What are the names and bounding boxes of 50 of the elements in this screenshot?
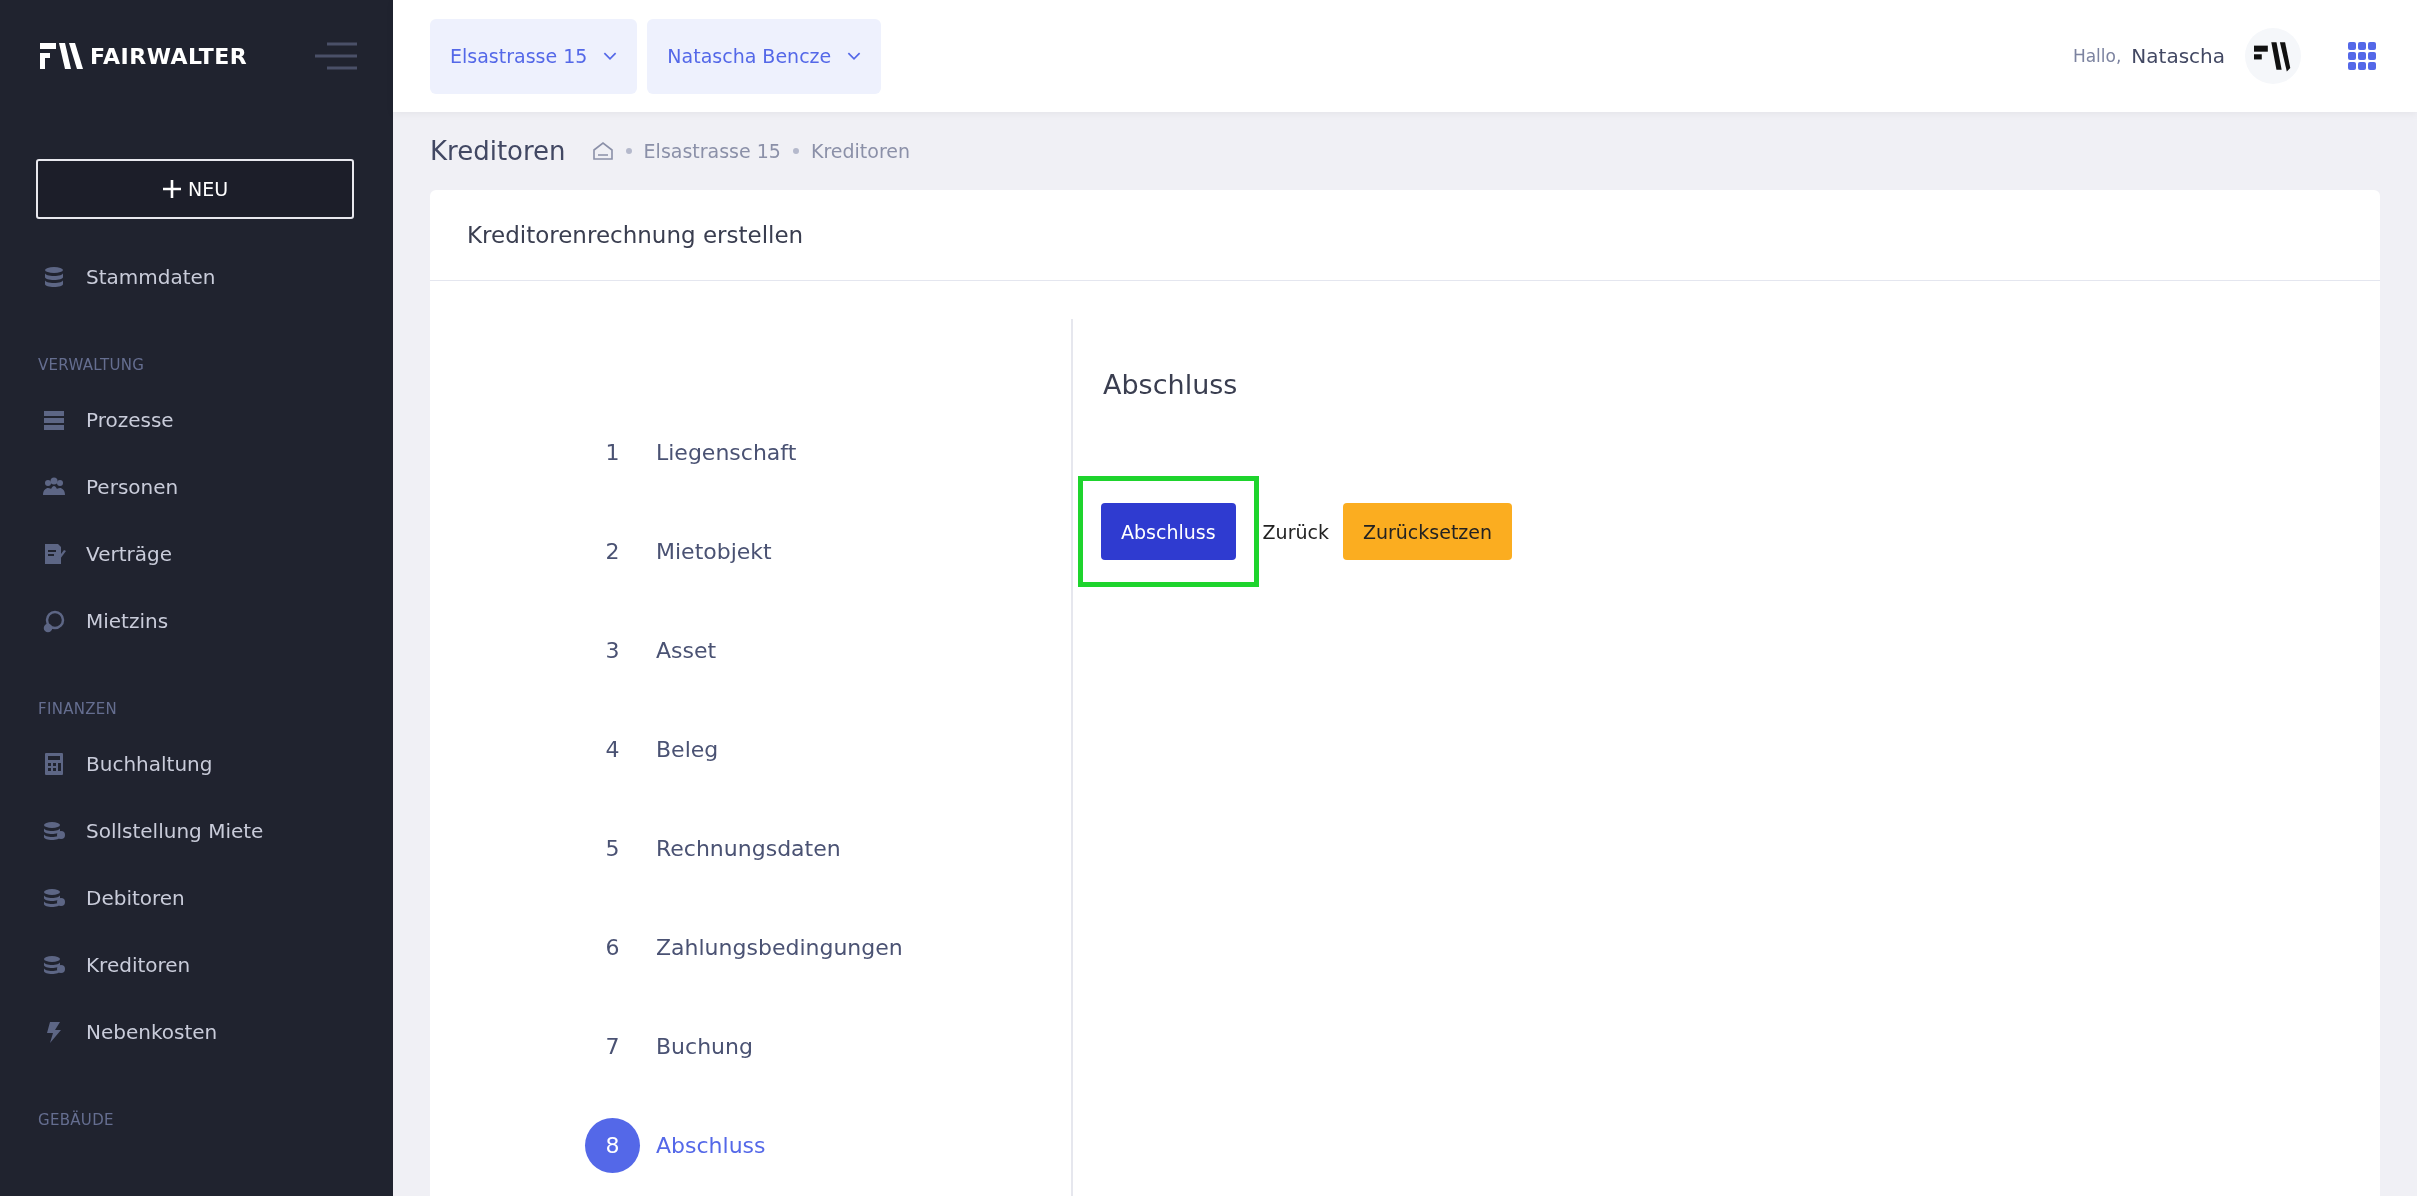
- context-dropdown[interactable]: Natascha Bencze: [647, 18, 882, 94]
- apps-grid-icon[interactable]: [2347, 41, 2377, 71]
- nav-item[interactable]: Mietzins: [36, 587, 357, 654]
- section-heading: GEBÄUDE: [38, 1111, 115, 1129]
- wizard-step[interactable]: 3 Asset: [585, 601, 1071, 700]
- action-button[interactable]: Zurück: [1246, 503, 1345, 560]
- context-dropdown[interactable]: Elsastrasse 15: [430, 18, 638, 94]
- user-name: Natascha: [2131, 44, 2225, 68]
- nav-item[interactable]: Nebenkosten: [36, 998, 357, 1065]
- step-number: 8: [585, 1118, 640, 1173]
- wizard-step[interactable]: 5 Rechnungsdaten: [585, 799, 1071, 898]
- home-icon[interactable]: [591, 141, 614, 161]
- document-icon: [42, 541, 66, 566]
- calculator-icon: [42, 751, 66, 776]
- step-number: 5: [604, 835, 621, 863]
- wizard-step[interactable]: 1 Liegenschaft: [585, 403, 1071, 502]
- step-number: 2: [604, 538, 621, 566]
- step-number: 6: [604, 934, 621, 962]
- brand-name: FAIRWALTER: [90, 43, 248, 69]
- database-icon: [42, 264, 66, 289]
- wizard-step[interactable]: 6 Zahlungsbedingungen: [585, 898, 1071, 997]
- wizard-step[interactable]: 4 Beleg: [585, 700, 1071, 799]
- nav-item[interactable]: Personen: [36, 453, 357, 520]
- section-heading: VERWALTUNG: [38, 356, 146, 374]
- nav-item[interactable]: Buchhaltung: [36, 730, 357, 797]
- step-number: 4: [604, 736, 621, 764]
- nav-item[interactable]: Verträge: [36, 520, 357, 587]
- new-button[interactable]: NEU: [36, 159, 354, 219]
- nav-item[interactable]: Debitoren: [36, 864, 357, 931]
- step-number: 3: [604, 637, 621, 665]
- nav-item[interactable]: Kreditoren: [36, 931, 357, 998]
- action-button[interactable]: Abschluss: [1101, 503, 1236, 560]
- step-number: 7: [604, 1033, 621, 1061]
- logo-icon: [40, 41, 84, 71]
- wizard-step[interactable]: 7 Buchung: [585, 997, 1071, 1096]
- nav-item[interactable]: Sollstellung Miete: [36, 797, 357, 864]
- greeting: Hallo,: [2072, 46, 2122, 66]
- action-button[interactable]: Zurücksetzen: [1342, 503, 1513, 560]
- nav-item[interactable]: Prozesse: [36, 386, 357, 453]
- plus-icon: [161, 179, 182, 199]
- nav-item[interactable]: Stammdaten: [36, 243, 357, 310]
- chevron-down-icon: [603, 51, 618, 61]
- card-title: Kreditorenrechnung erstellen: [467, 222, 804, 248]
- step-number: 1: [604, 439, 621, 467]
- chevron-down-icon: [847, 51, 862, 61]
- step-title: Abschluss: [1103, 369, 1239, 402]
- wizard-step[interactable]: 8 Abschluss: [585, 1096, 1071, 1195]
- section-heading: FINANZEN: [38, 700, 119, 718]
- page-title: Kreditoren: [430, 136, 566, 166]
- wizard-step[interactable]: 2 Mietobjekt: [585, 502, 1071, 601]
